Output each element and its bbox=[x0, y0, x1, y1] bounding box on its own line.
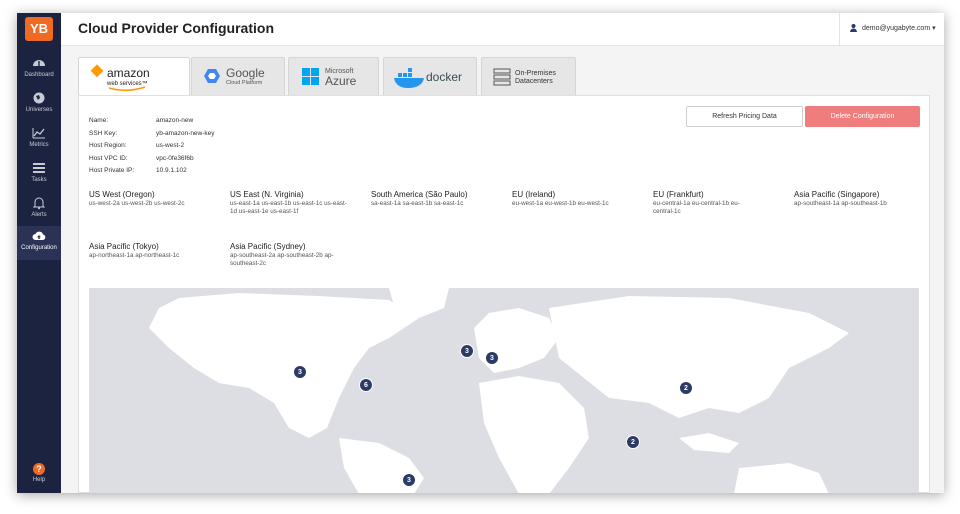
sidebar-item-alerts[interactable]: Alerts bbox=[17, 193, 61, 227]
region-map[interactable]: 3 6 3 3 2 2 3 bbox=[89, 288, 919, 493]
bell-icon bbox=[32, 197, 46, 210]
map-marker-us-west[interactable]: 3 bbox=[293, 365, 307, 379]
region-name: US East (N. Virginia) bbox=[230, 190, 304, 199]
tab-docker[interactable]: docker bbox=[383, 57, 477, 96]
dashboard-icon bbox=[33, 60, 45, 66]
sidebar-item-label: Help bbox=[32, 477, 46, 483]
region-name: US West (Oregon) bbox=[89, 190, 155, 199]
tab-onprem-line1: On-Premises bbox=[515, 70, 556, 77]
page-title: Cloud Provider Configuration bbox=[78, 20, 274, 36]
user-icon bbox=[850, 24, 857, 33]
user-menu[interactable]: demo@yugabyte.com ▾ bbox=[839, 13, 944, 45]
sidebar-item-dashboard[interactable]: Dashboard bbox=[17, 53, 61, 87]
map-marker-ap-singapore[interactable]: 2 bbox=[626, 435, 640, 449]
help-icon: ? bbox=[33, 463, 45, 475]
sidebar-item-label: Alerts bbox=[31, 212, 47, 218]
region-zones: ap-northeast-1a ap-northeast-1c bbox=[89, 252, 180, 259]
tab-gcp-line2: Cloud Platform bbox=[226, 80, 263, 86]
sidebar-item-universes[interactable]: Universes bbox=[17, 88, 61, 122]
region-name: South America (São Paulo) bbox=[371, 190, 468, 199]
sidebar-item-configuration[interactable]: Configuration bbox=[17, 226, 61, 260]
region-name: Asia Pacific (Singapore) bbox=[794, 190, 880, 199]
tab-gcp[interactable]: Google Cloud Platform bbox=[191, 57, 285, 96]
region-zones: sa-east-1a sa-east-1b sa-east-1c bbox=[371, 200, 464, 207]
tab-azure[interactable]: Microsoft Azure bbox=[288, 57, 379, 96]
map-marker-eu-frankfurt[interactable]: 3 bbox=[485, 351, 499, 365]
docker-logo: docker bbox=[394, 68, 462, 88]
info-row-host-region: Host Region: us-west-2 bbox=[89, 142, 185, 149]
globe-icon bbox=[33, 92, 45, 104]
sidebar-item-label: Metrics bbox=[29, 142, 49, 148]
azure-logo: Microsoft Azure bbox=[302, 68, 357, 88]
list-icon bbox=[33, 163, 45, 173]
yugabyte-logo[interactable]: YB bbox=[25, 17, 53, 41]
region-zones: us-west-2a us-west-2b us-west-2c bbox=[89, 200, 185, 207]
map-marker-us-east[interactable]: 6 bbox=[359, 378, 373, 392]
world-map bbox=[149, 288, 849, 493]
sidebar-item-label: Dashboard bbox=[24, 72, 54, 78]
sidebar-item-label: Universes bbox=[25, 107, 53, 113]
chevron-down-icon: ▾ bbox=[932, 25, 936, 32]
region-eu-ireland: EU (Ireland) eu-west-1a eu-west-1b eu-we… bbox=[512, 190, 652, 208]
info-row-host-private-ip: Host Private IP: 10.9.1.102 bbox=[89, 167, 187, 174]
region-ap-tokyo: Asia Pacific (Tokyo) ap-northeast-1a ap-… bbox=[89, 242, 229, 260]
region-zones: ap-southeast-2a ap-southeast-2b ap-south… bbox=[230, 252, 334, 268]
aws-logo: amazon web services™ bbox=[90, 64, 150, 92]
region-name: Asia Pacific (Tokyo) bbox=[89, 242, 159, 251]
tab-onprem-line2: Datacenters bbox=[515, 78, 553, 85]
region-zones: us-east-1a us-east-1b us-east-1c us-east… bbox=[230, 200, 347, 216]
tab-docker-line1: docker bbox=[426, 70, 462, 84]
info-row-host-vpc-id: Host VPC ID: vpc-0fe36f6b bbox=[89, 154, 194, 162]
tab-aws[interactable]: amazon web services™ bbox=[78, 57, 190, 97]
map-marker-sa-east[interactable]: 3 bbox=[402, 473, 416, 487]
sidebar-item-metrics[interactable]: Metrics bbox=[17, 123, 61, 157]
tab-aws-line1: amazon bbox=[107, 66, 150, 80]
sidebar-item-tasks[interactable]: Tasks bbox=[17, 158, 61, 192]
provider-config-panel: Refresh Pricing Data Delete Configuratio… bbox=[78, 95, 930, 493]
tab-azure-line2: Azure bbox=[325, 74, 357, 88]
map-marker-ap-tokyo[interactable]: 2 bbox=[679, 381, 693, 395]
user-email: demo@yugabyte.com bbox=[861, 25, 931, 32]
region-us-west-oregon: US West (Oregon) us-west-2a us-west-2b u… bbox=[89, 190, 229, 208]
region-ap-singapore: Asia Pacific (Singapore) ap-southeast-1a… bbox=[794, 190, 924, 208]
tab-onprem[interactable]: On-Premises Datacenters bbox=[481, 57, 576, 96]
sidebar-item-label: Tasks bbox=[31, 177, 47, 183]
region-eu-frankfurt: EU (Frankfurt) eu-central-1a eu-central-… bbox=[653, 190, 753, 217]
region-name: EU (Frankfurt) bbox=[653, 190, 704, 199]
app-window: YB Dashboard Universes Metrics Tasks Ale… bbox=[17, 13, 944, 493]
tab-gcp-line1: Google bbox=[226, 66, 265, 80]
sidebar-item-help[interactable]: ? Help bbox=[17, 463, 61, 493]
region-us-east-virginia: US East (N. Virginia) us-east-1a us-east… bbox=[230, 190, 348, 217]
map-marker-eu-ireland[interactable]: 3 bbox=[460, 344, 474, 358]
sidebar: YB Dashboard Universes Metrics Tasks Ale… bbox=[17, 13, 61, 493]
delete-configuration-button[interactable]: Delete Configuration bbox=[805, 106, 920, 127]
refresh-pricing-button[interactable]: Refresh Pricing Data bbox=[686, 106, 803, 127]
region-zones: eu-central-1a eu-central-1b eu-central-1… bbox=[653, 200, 740, 216]
cloud-upload-icon bbox=[32, 231, 46, 240]
google-cloud-logo: Google Cloud Platform bbox=[204, 66, 265, 86]
region-zones: eu-west-1a eu-west-1b eu-west-1c bbox=[512, 200, 609, 207]
info-row-ssh-key: SSH Key: yb-amazon-new-key bbox=[89, 129, 215, 137]
provider-info: Name: amazon-new SSH Key: yb-amazon-new-ke… bbox=[89, 117, 215, 180]
region-sa-east-sao-paulo: South America (São Paulo) sa-east-1a sa-… bbox=[371, 190, 511, 208]
line-chart-icon bbox=[32, 128, 45, 139]
region-zones: ap-southeast-1a ap-southeast-1b bbox=[794, 200, 887, 207]
tab-aws-line2: web services™ bbox=[106, 80, 148, 87]
region-ap-sydney: Asia Pacific (Sydney) ap-southeast-2a ap… bbox=[230, 242, 348, 269]
region-name: Asia Pacific (Sydney) bbox=[230, 242, 306, 251]
top-header: Cloud Provider Configuration demo@yugaby… bbox=[61, 13, 944, 46]
server-icon: On-Premises Datacenters bbox=[493, 68, 556, 86]
region-name: EU (Ireland) bbox=[512, 190, 556, 199]
sidebar-item-label: Configuration bbox=[21, 245, 57, 251]
info-row-name: Name: amazon-new bbox=[89, 117, 194, 124]
